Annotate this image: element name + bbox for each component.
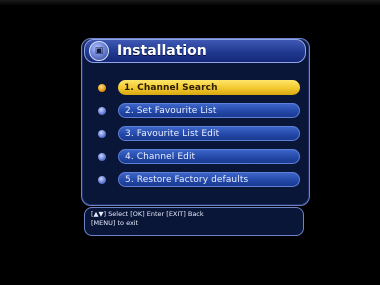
menu-item-label[interactable]: 3. Favourite List Edit — [118, 126, 300, 141]
menu-item-channel-edit[interactable]: 4. Channel Edit — [98, 148, 300, 165]
help-box: [▲▼] Select [OK] Enter [EXIT] Back [MENU… — [84, 207, 304, 236]
bullet-icon — [98, 152, 106, 161]
bullet-icon — [98, 175, 106, 184]
selected-bullet-icon — [98, 83, 106, 92]
menu-list: 1. Channel Search 2. Set Favourite List … — [98, 79, 300, 194]
bullet-icon — [98, 129, 106, 138]
menu-item-label[interactable]: 1. Channel Search — [118, 80, 300, 95]
menu-title: Installation — [117, 43, 207, 59]
menu-item-label[interactable]: 5. Restore Factory defaults — [118, 172, 300, 187]
menu-item-label[interactable]: 2. Set Favourite List — [118, 103, 300, 118]
menu-item-label[interactable]: 4. Channel Edit — [118, 149, 300, 164]
settings-box-icon: ▣ — [89, 41, 109, 61]
help-line-2: [MENU] to exit — [91, 219, 139, 227]
menu-title-bar: ▣ Installation — [84, 39, 306, 63]
menu-item-set-favourite-list[interactable]: 2. Set Favourite List — [98, 102, 300, 119]
menu-item-restore-factory-defaults[interactable]: 5. Restore Factory defaults — [98, 171, 300, 188]
menu-item-channel-search[interactable]: 1. Channel Search — [98, 79, 300, 96]
top-strip — [0, 0, 380, 6]
menu-item-favourite-list-edit[interactable]: 3. Favourite List Edit — [98, 125, 300, 142]
help-line-1: [▲▼] Select [OK] Enter [EXIT] Back — [91, 210, 204, 218]
bullet-icon — [98, 106, 106, 115]
